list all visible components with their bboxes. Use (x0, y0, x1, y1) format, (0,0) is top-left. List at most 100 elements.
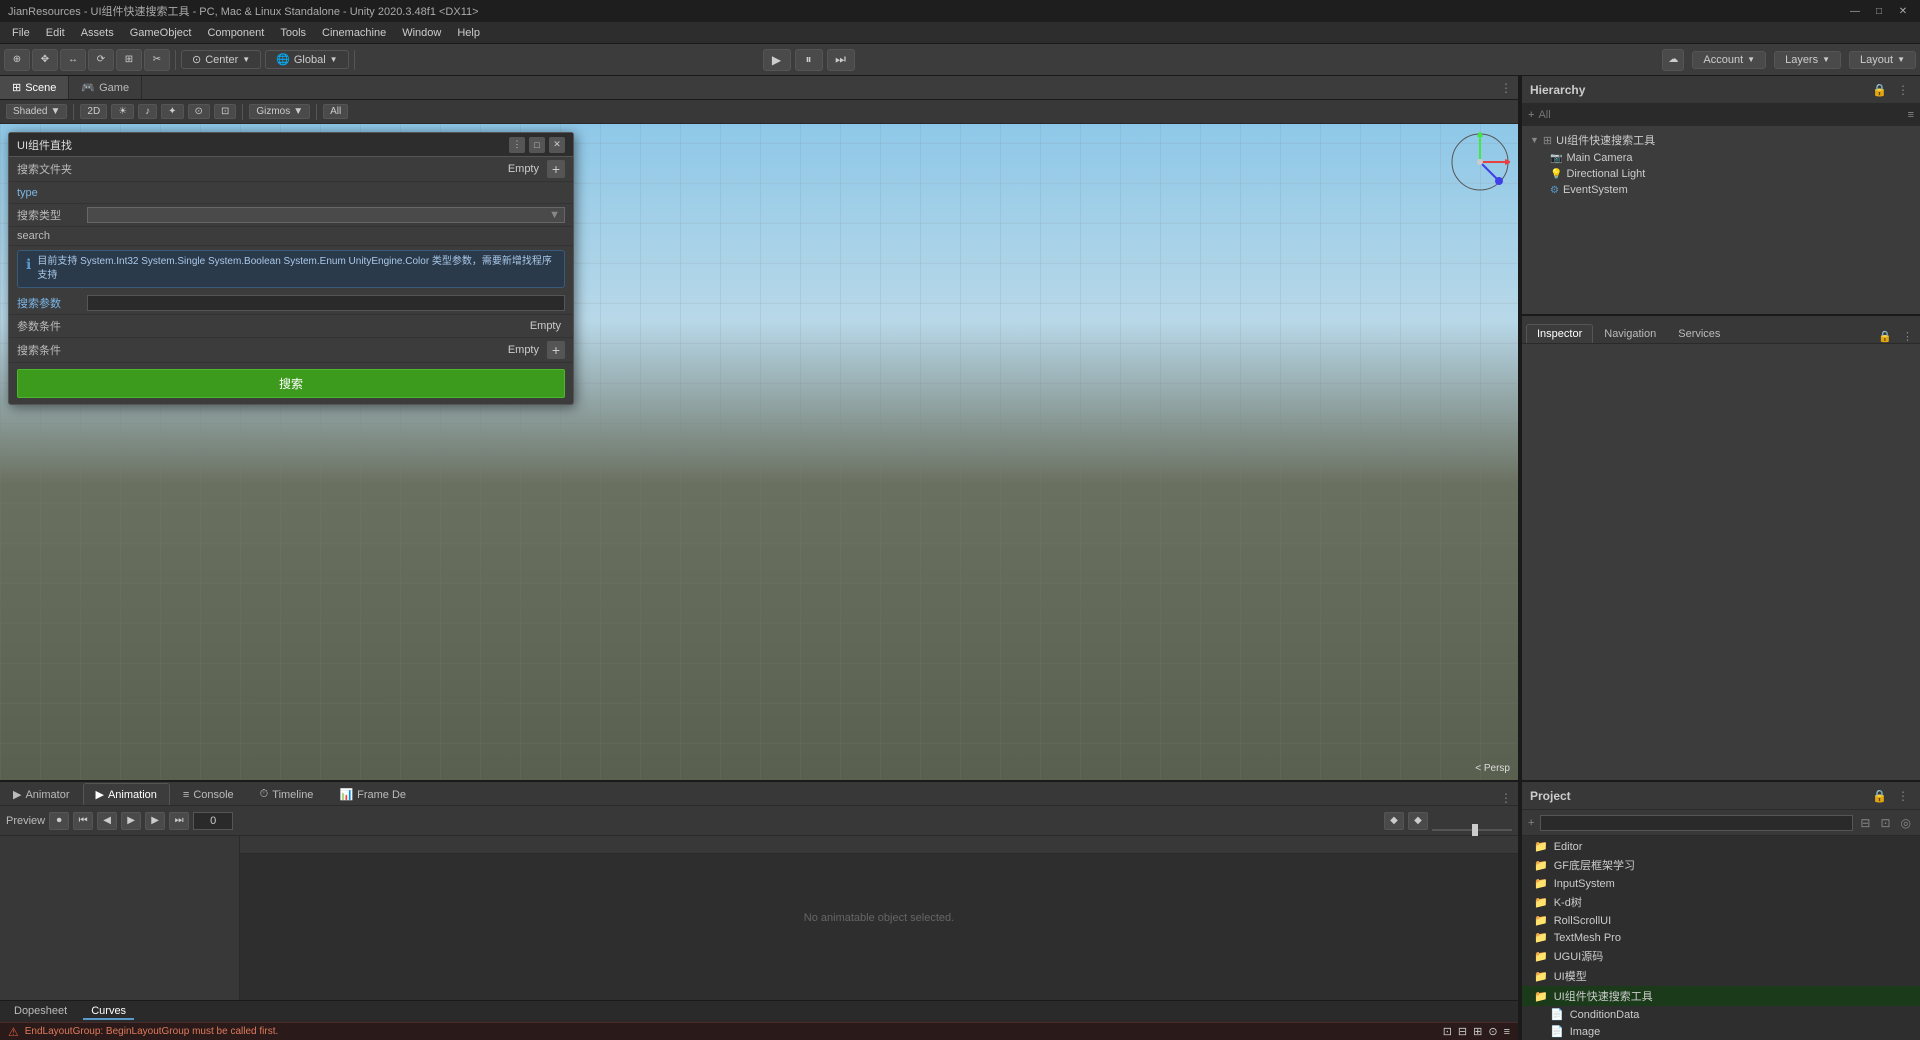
toolbar-icon2[interactable]: ✥ (32, 49, 58, 71)
project-item-1[interactable]: 📁GF底层框架学习 (1522, 855, 1920, 875)
project-item-10[interactable]: 📄Image (1522, 1023, 1920, 1040)
search-button[interactable]: 搜索 (17, 369, 565, 398)
all-btn[interactable]: All (323, 104, 348, 119)
pivot-mode-btn[interactable]: 🌐 Global ▼ (265, 50, 348, 69)
next-keyframe-btn[interactable]: ⏭ (169, 812, 189, 830)
info-icon: ℹ (26, 256, 31, 273)
layers-btn[interactable]: Layers ▼ (1774, 51, 1841, 69)
project-item-6[interactable]: 📁UGUI源码 (1522, 946, 1920, 966)
search-params-input[interactable] (87, 295, 565, 311)
tab-inspector[interactable]: Inspector (1526, 324, 1593, 343)
time-input[interactable] (193, 812, 233, 830)
pivot-center-btn[interactable]: ⊙ Center ▼ (181, 50, 261, 69)
tab-animator[interactable]: ▶ Animator (0, 783, 83, 805)
tab-navigation[interactable]: Navigation (1593, 324, 1667, 343)
add-key-btn[interactable]: ◆ (1384, 812, 1404, 830)
menu-gameobject[interactable]: GameObject (122, 25, 200, 41)
project-item-3[interactable]: 📁K-d树 (1522, 892, 1920, 912)
tab-animation-label: Animation (108, 789, 157, 801)
menu-file[interactable]: File (4, 25, 38, 41)
project-item-name-0: Editor (1554, 841, 1583, 853)
search-type-dropdown[interactable]: ▼ (87, 207, 565, 223)
record-btn[interactable]: ⏺ (49, 812, 69, 830)
menu-tools[interactable]: Tools (272, 25, 314, 41)
audio-btn[interactable]: ♪ (138, 104, 157, 119)
tab-curves[interactable]: Curves (83, 1004, 134, 1020)
project-item-4[interactable]: 📁RollScrollUI (1522, 912, 1920, 929)
tab-frame-debug[interactable]: 📊 Frame De (326, 783, 419, 805)
play-anim-btn[interactable]: ▶ (121, 812, 141, 830)
project-icon3[interactable]: ◎ (1898, 816, 1914, 830)
layout-btn[interactable]: Layout ▼ (1849, 51, 1916, 69)
menu-cinemachine[interactable]: Cinemachine (314, 25, 394, 41)
mode-2d-btn[interactable]: 2D (80, 104, 107, 119)
project-search-input[interactable] (1540, 815, 1853, 831)
prev-keyframe-btn[interactable]: ⏮ (73, 812, 93, 830)
project-plus-btn[interactable]: + (1528, 817, 1534, 829)
hierarchy-search-input[interactable] (1538, 109, 1907, 121)
dialog-close-btn[interactable]: ✕ (549, 137, 565, 153)
hierarchy-root[interactable]: ▼ ⊞ UI组件快速搜索工具 (1522, 130, 1920, 150)
maximize-button[interactable]: □ (1870, 2, 1888, 20)
project-icon2[interactable]: ⊡ (1877, 816, 1893, 830)
toolbar-icon1[interactable]: ⊕ (4, 49, 30, 71)
close-button[interactable]: ✕ (1894, 2, 1912, 20)
tab-scene[interactable]: ⊞ Scene (0, 76, 69, 99)
project-item-9[interactable]: 📄ConditionData (1522, 1006, 1920, 1023)
next-frame-btn[interactable]: ▶ (145, 812, 165, 830)
step-button[interactable]: ⏭ (827, 49, 855, 71)
menu-window[interactable]: Window (394, 25, 449, 41)
toolbar-icon3[interactable]: ↔ (60, 49, 86, 71)
minimize-button[interactable]: — (1846, 2, 1864, 20)
shading-dropdown[interactable]: Shaded ▼ (6, 104, 67, 119)
hierarchy-item-eventsystem[interactable]: ⚙ EventSystem (1522, 182, 1920, 198)
gizmos-btn[interactable]: Gizmos ▼ (249, 104, 310, 119)
inspector-lock-btn[interactable]: 🔒 (1875, 330, 1895, 343)
project-more-btn[interactable]: ⋮ (1894, 789, 1912, 803)
scene-tab-options[interactable]: ⋮ (1500, 81, 1518, 95)
toolbar-icon4[interactable]: ⟳ (88, 49, 114, 71)
pause-button[interactable]: ⏸ (795, 49, 823, 71)
bottom-tab-options[interactable]: ⋮ (1500, 791, 1518, 805)
menu-edit[interactable]: Edit (38, 25, 73, 41)
play-button[interactable]: ▶ (763, 49, 791, 71)
prev-frame-btn[interactable]: ◀ (97, 812, 117, 830)
tab-timeline[interactable]: ⏱ Timeline (247, 783, 327, 805)
search-folder-add-btn[interactable]: + (547, 160, 565, 178)
search-condition-add-btn[interactable]: + (547, 341, 565, 359)
hierarchy-item-light[interactable]: 💡 Directional Light (1522, 166, 1920, 182)
menu-help[interactable]: Help (449, 25, 488, 41)
inspector-more-btn[interactable]: ⋮ (1899, 330, 1916, 343)
hierarchy-more-btn[interactable]: ⋮ (1894, 83, 1912, 97)
scene-vis-btn[interactable]: ⊙ (188, 104, 210, 119)
project-lock-btn[interactable]: 🔒 (1869, 789, 1890, 803)
toolbar-icon5[interactable]: ⊞ (116, 49, 142, 71)
project-icon1[interactable]: ⊟ (1857, 816, 1873, 830)
dialog-maximize-btn[interactable]: □ (529, 137, 545, 153)
hierarchy-item-camera[interactable]: 📷 Main Camera (1522, 150, 1920, 166)
cloud-icon[interactable]: ☁ (1662, 49, 1684, 71)
project-item-0[interactable]: 📁Editor (1522, 838, 1920, 855)
tab-console[interactable]: ≡ Console (170, 783, 247, 805)
tab-services[interactable]: Services (1667, 324, 1731, 343)
scene-viewport[interactable]: < Persp UI组件直找 ⋮ □ ✕ 搜索文件夹 Empty + (0, 124, 1518, 780)
toolbar-icon6[interactable]: ✂ (144, 49, 170, 71)
fx-btn[interactable]: ✦ (161, 104, 183, 119)
menu-assets[interactable]: Assets (73, 25, 122, 41)
menu-component[interactable]: Component (199, 25, 272, 41)
hierarchy-plus-icon[interactable]: + (1528, 109, 1534, 121)
tab-dopesheet[interactable]: Dopesheet (6, 1004, 75, 1020)
scene-vis2-btn[interactable]: ⊡ (214, 104, 236, 119)
hierarchy-lock-btn[interactable]: 🔒 (1869, 83, 1890, 97)
account-btn[interactable]: Account ▼ (1692, 51, 1766, 69)
project-item-7[interactable]: 📁UI模型 (1522, 966, 1920, 986)
tab-animation[interactable]: ▶ Animation (83, 783, 170, 805)
hierarchy-options-btn[interactable]: ≡ (1908, 109, 1914, 121)
dialog-more-btn[interactable]: ⋮ (509, 137, 525, 153)
project-item-5[interactable]: 📁TextMesh Pro (1522, 929, 1920, 946)
lighting-btn[interactable]: ☀ (111, 104, 134, 119)
add-event-btn[interactable]: ◆ (1408, 812, 1428, 830)
tab-game[interactable]: 🎮 Game (69, 76, 142, 99)
project-item-2[interactable]: 📁InputSystem (1522, 875, 1920, 892)
project-item-8[interactable]: 📁UI组件快速搜索工具 (1522, 986, 1920, 1006)
